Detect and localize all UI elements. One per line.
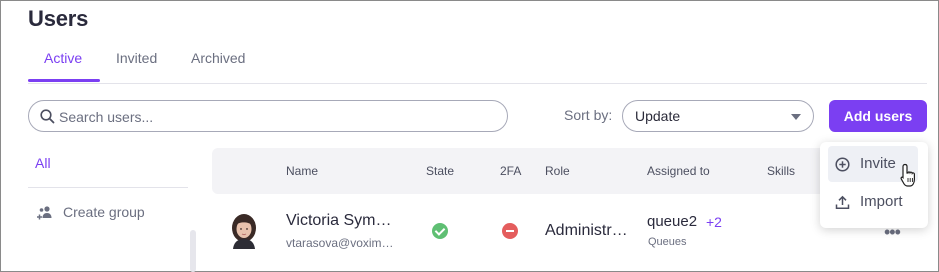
- page-title: Users: [28, 6, 89, 31]
- upload-icon: [835, 195, 850, 210]
- check-circle-icon: [432, 223, 448, 239]
- add-users-button[interactable]: Add users: [829, 100, 927, 132]
- sidebar-scrollbar[interactable]: [190, 230, 196, 272]
- minus-circle-icon: [502, 223, 518, 239]
- avatar: [232, 214, 256, 249]
- assigned-type-label: Queues: [648, 236, 687, 248]
- sidebar-divider: [28, 187, 188, 188]
- search-input[interactable]: [59, 107, 499, 127]
- assigned-more-badge[interactable]: +2: [706, 214, 722, 230]
- menu-item-invite-label: Invite: [860, 155, 896, 172]
- sidebar-item-all[interactable]: All: [35, 155, 51, 171]
- user-name[interactable]: Victoria Sym…: [286, 212, 392, 230]
- column-header-name[interactable]: Name: [286, 164, 318, 178]
- sort-label: Sort by:: [564, 107, 613, 123]
- hand-cursor-icon: [900, 163, 915, 187]
- plus-circle-icon: [835, 157, 850, 172]
- user-role: Administr…: [545, 222, 628, 239]
- assigned-queue: queue2: [647, 213, 698, 230]
- tab-active[interactable]: Active: [44, 50, 82, 66]
- menu-item-import[interactable]: Import: [828, 184, 918, 220]
- table-header: Name State 2FA Role Assigned to Skills: [212, 148, 922, 194]
- column-header-skills[interactable]: Skills: [767, 164, 795, 178]
- tab-archived[interactable]: Archived: [191, 50, 245, 66]
- column-header-2fa[interactable]: 2FA: [500, 164, 521, 178]
- add-group-icon: [37, 206, 52, 220]
- search-box[interactable]: [28, 100, 508, 132]
- create-group-label: Create group: [63, 204, 145, 220]
- column-header-role[interactable]: Role: [545, 164, 570, 178]
- sort-value: Update: [635, 108, 681, 124]
- column-header-assigned-to[interactable]: Assigned to: [647, 164, 710, 178]
- active-tab-indicator: [28, 79, 100, 82]
- search-icon: [40, 109, 55, 124]
- column-header-state[interactable]: State: [426, 164, 454, 178]
- tab-bar: Active Invited Archived: [28, 44, 927, 84]
- tab-invited[interactable]: Invited: [116, 50, 157, 66]
- window-frame: [0, 0, 939, 272]
- user-email: vtarasova@voxim…: [286, 236, 394, 250]
- sort-select[interactable]: Update: [622, 100, 814, 132]
- caret-down-icon: [791, 114, 801, 120]
- menu-item-import-label: Import: [860, 193, 903, 210]
